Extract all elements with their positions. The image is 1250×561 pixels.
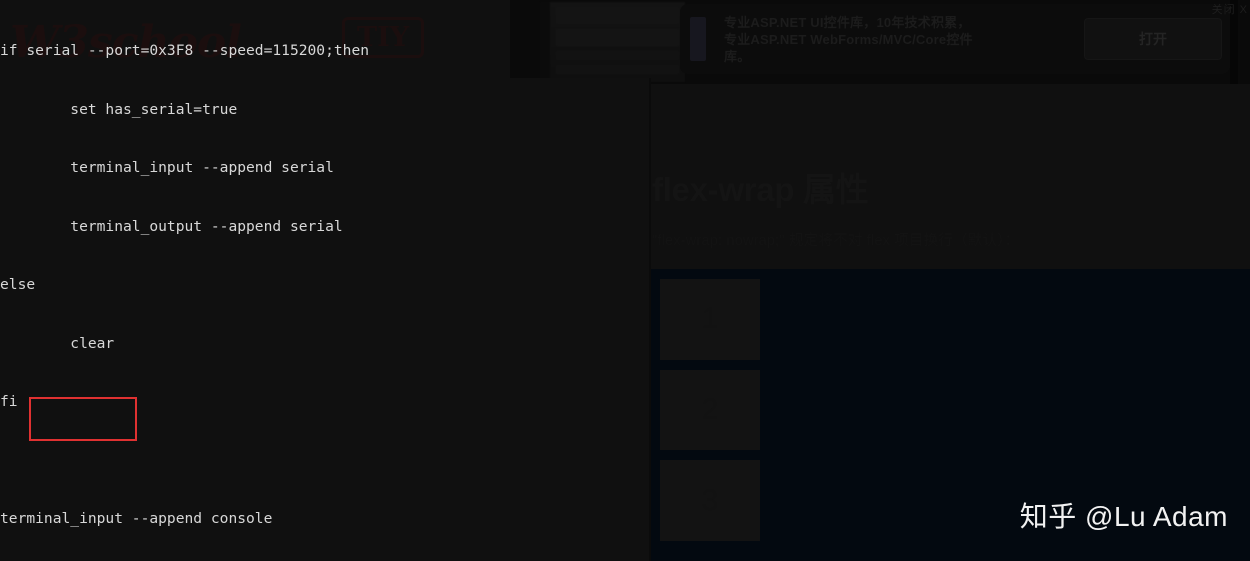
code-line: terminal_output --append serial bbox=[0, 217, 343, 235]
code-line: terminal_input --append console bbox=[0, 510, 273, 527]
flex-demo-container: 1 2 3 bbox=[650, 269, 1250, 561]
code-line: clear bbox=[0, 334, 115, 352]
flex-item: 3 bbox=[660, 460, 760, 542]
ad-close-icon[interactable]: 关闭 X bbox=[1212, 1, 1248, 17]
code-line: terminal_input --append serial bbox=[0, 159, 334, 176]
ad-copy-line-1: 专业ASP.NET UI控件库，10年技术积累， bbox=[724, 14, 971, 30]
ad-shot-row bbox=[556, 7, 679, 24]
code-block[interactable]: if serial --port=0x3F8 --speed=115200;th… bbox=[0, 0, 650, 561]
ad-card[interactable]: 专业ASP.NET UI控件库，10年技术积累， 专业ASP.NET WebFo… bbox=[680, 4, 1230, 74]
ad-background-screenshot bbox=[540, 2, 685, 82]
article-body: flex-wrap 属性 "flex-wrap: nowrap;" 规定将不对 … bbox=[650, 84, 1250, 561]
ad-logo-icon bbox=[690, 17, 706, 61]
sponsored-ad-strip: 专业ASP.NET UI控件库，10年技术积累， 专业ASP.NET WebFo… bbox=[510, 0, 1250, 84]
ad-shot-row bbox=[556, 51, 679, 60]
code-line: fi bbox=[0, 393, 18, 410]
pane-divider bbox=[649, 78, 651, 561]
article-subtitle: "flex-wrap: nowrap;" 规定将不对 flex 项目换行（默认）… bbox=[652, 233, 1020, 249]
ad-copy-line-3: 库。 bbox=[724, 48, 751, 64]
flex-item: 2 bbox=[660, 369, 760, 451]
flex-item: 1 bbox=[660, 279, 760, 360]
ad-shot-row bbox=[556, 29, 679, 46]
ad-open-button[interactable]: 打开 bbox=[1084, 18, 1222, 60]
grub-config-code-pane: W3school TIY if serial --port=0x3F8 --sp… bbox=[0, 0, 650, 561]
ad-shot-row bbox=[556, 65, 679, 74]
ad-copy: 专业ASP.NET UI控件库，10年技术积累， 专业ASP.NET WebFo… bbox=[724, 14, 1084, 65]
screenshot-root: 专业ASP.NET UI控件库，10年技术积累， 专业ASP.NET WebFo… bbox=[0, 0, 1250, 561]
code-line: set has_serial=true bbox=[0, 100, 238, 118]
code-line: else bbox=[0, 276, 36, 293]
page-title: flex-wrap 属性 bbox=[652, 171, 869, 208]
ad-copy-line-2: 专业ASP.NET WebForms/MVC/Core控件 bbox=[724, 31, 973, 47]
